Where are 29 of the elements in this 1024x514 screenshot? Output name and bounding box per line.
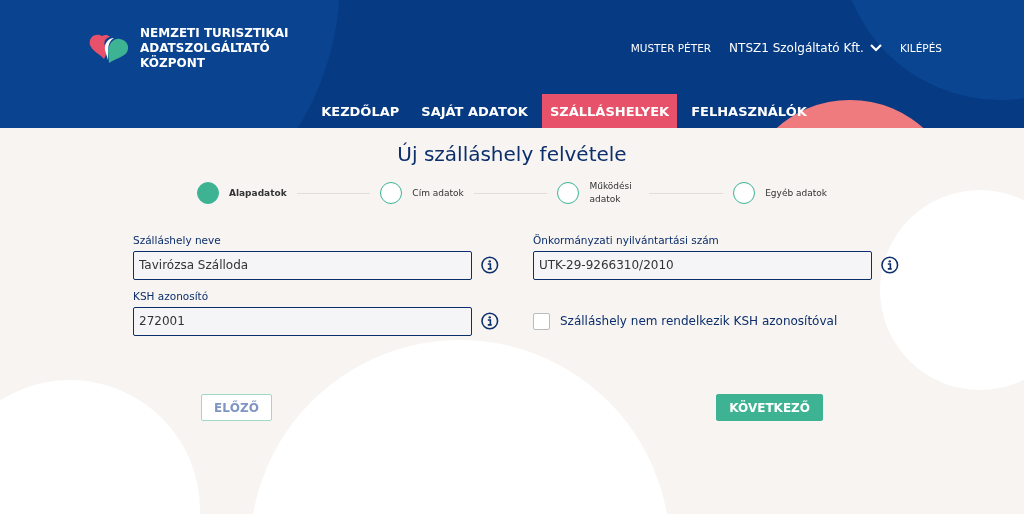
step-label: Cím adatok — [412, 186, 464, 200]
step-indicator[interactable] — [733, 182, 756, 204]
page-title: Új szálláshely felvétele — [397, 142, 627, 166]
nav-tab[interactable]: SAJÁT ADATOK — [413, 94, 536, 128]
info-icon[interactable] — [881, 256, 899, 274]
nav-tab[interactable]: SZÁLLÁSHELYEK — [541, 94, 678, 128]
step-label: Alapadatok — [229, 186, 287, 200]
field-label: KSH azonosító — [133, 290, 210, 302]
nav-tab[interactable]: KEZDŐLAP — [313, 94, 408, 128]
chevron-down-icon — [869, 44, 882, 52]
checkbox-label: Szálláshely nem rendelkezik KSH azonosítóval — [560, 314, 838, 328]
step-indicator[interactable] — [380, 182, 403, 204]
info-icon[interactable] — [481, 312, 499, 330]
step-label: Egyéb adatok — [765, 186, 827, 200]
checkbox[interactable] — [533, 312, 550, 330]
logout-link[interactable]: KILÉPÉS — [899, 42, 942, 54]
field-label: Szálláshely neve — [133, 234, 222, 246]
user-name: MUSTER PÉTER — [630, 42, 712, 54]
text-field[interactable]: Tavirózsa Szálloda — [133, 250, 473, 280]
step-indicator[interactable] — [197, 182, 219, 204]
text-field[interactable]: 272001 — [133, 306, 473, 336]
text-field[interactable]: UTK-29-9266310/2010 — [533, 250, 873, 280]
step-indicator[interactable] — [557, 182, 580, 204]
info-icon[interactable] — [481, 256, 499, 274]
step-label: Működési adatok — [589, 180, 633, 206]
nav-tab[interactable]: FELHASZNÁLÓK — [683, 94, 815, 128]
field-label: Önkormányzati nyilvántartási szám — [533, 234, 720, 246]
organization-dropdown[interactable]: NTSZ1 Szolgáltató Kft. — [729, 41, 882, 55]
logo-text: NEMZETI TURISZTIKAI ADATSZOLGÁLTATÓ KÖZPONT — [140, 25, 290, 71]
